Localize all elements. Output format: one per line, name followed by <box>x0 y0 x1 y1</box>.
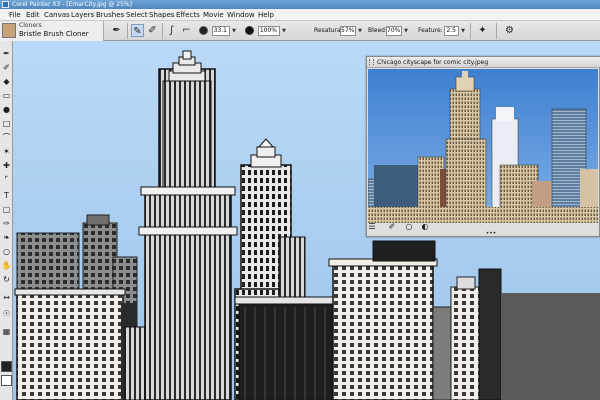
opacity-icon <box>245 26 254 35</box>
additional-color-swatch[interactable] <box>1 375 12 386</box>
pen-icon[interactable]: ✑ <box>1 219 12 229</box>
eraser-icon[interactable]: ▭ <box>1 91 12 101</box>
menu-effects[interactable]: Effects <box>176 9 200 21</box>
menu-select[interactable]: Select <box>126 9 148 21</box>
mirror-icon[interactable]: ↔ <box>1 293 12 303</box>
grain-icon[interactable]: ✦ <box>476 24 489 37</box>
size-dropdown-arrow[interactable]: ▼ <box>231 26 237 36</box>
clone-source-title: Chicago cityscape for comic city.jpeg <box>377 59 489 66</box>
extra-settings-icon[interactable]: ⚙ <box>503 24 516 37</box>
menu-brushes[interactable]: Brushes <box>96 9 124 21</box>
menu-bar: File Edit Canvas Layers Brushes Select S… <box>0 9 600 21</box>
separator <box>127 23 128 39</box>
size-icon <box>199 26 208 35</box>
painter-app: Corel Painter X3 - [EmarCity.jpg @ 25%] … <box>0 0 600 400</box>
bleed-label: Bleed: <box>368 27 387 34</box>
brush-selector[interactable]: Cloners Bristle Brush Cloner <box>0 21 104 41</box>
shape-icon[interactable]: ▢ <box>1 205 12 215</box>
main-color-swatch[interactable] <box>1 361 12 372</box>
tracing-icon[interactable]: ✐ <box>146 24 159 37</box>
title-bar: Corel Painter X3 - [EmarCity.jpg @ 25%] <box>0 0 600 9</box>
menu-movie[interactable]: Movie <box>203 9 224 21</box>
panel-grip-icon[interactable] <box>369 59 374 65</box>
panel-header[interactable]: Chicago cityscape for comic city.jpeg <box>367 57 600 68</box>
hand-icon[interactable]: ◐ <box>420 222 430 232</box>
magic-wand-icon[interactable]: ✶ <box>1 147 12 157</box>
text-icon[interactable]: T <box>1 191 12 201</box>
resize-grip-icon[interactable]: ••• <box>484 229 498 239</box>
stroke-type-icon[interactable]: ∫ <box>165 24 178 37</box>
resaturation-dropdown-arrow[interactable]: ▼ <box>357 26 363 36</box>
rotate-icon[interactable]: ↻ <box>1 275 12 285</box>
menu-layers[interactable]: Layers <box>71 9 94 21</box>
brush-icon[interactable]: ✒ <box>1 49 12 59</box>
feature-dropdown-arrow[interactable]: ▼ <box>460 26 466 36</box>
separator <box>162 23 163 39</box>
feature-label: Feature: <box>418 27 443 34</box>
menu-canvas[interactable]: Canvas <box>44 9 70 21</box>
feature-field[interactable]: 2.5 <box>444 26 459 36</box>
separator <box>470 23 471 39</box>
separator <box>496 23 497 39</box>
clone-source-panel[interactable]: Chicago cityscape for comic city.jpeg <box>366 56 600 237</box>
brush-variant-label: Bristle Brush Cloner <box>19 30 89 38</box>
eyedropper-icon[interactable]: ✐ <box>387 222 397 232</box>
lasso-icon[interactable]: ⌒ <box>1 133 12 143</box>
rectangle-select-icon[interactable]: □ <box>1 119 12 129</box>
layout-grid-icon[interactable]: ▦ <box>1 327 12 337</box>
brush-category-label: Cloners <box>19 22 42 29</box>
transform-icon[interactable]: ✚ <box>1 161 12 171</box>
clone-source-icon[interactable]: ✎ <box>131 24 144 37</box>
cloner-brush-icon[interactable]: ✒ <box>110 24 123 37</box>
painter-logo-icon <box>2 1 9 8</box>
resaturation-field[interactable]: 57% <box>340 26 356 36</box>
zoom-icon[interactable]: ○ <box>404 222 414 232</box>
property-bar: Cloners Bristle Brush Cloner ✒ ✎ ✐ ∫ ⌐ 3… <box>0 21 600 41</box>
clone-source-menu-icon[interactable]: ☰ <box>367 222 377 232</box>
brush-thumbnail-icon <box>2 23 16 38</box>
window-title: Corel Painter X3 - [EmarCity.jpg @ 25%] <box>12 1 132 8</box>
dodge-icon[interactable]: ● <box>1 105 12 115</box>
menu-help[interactable]: Help <box>258 9 274 21</box>
menu-shapes[interactable]: Shapes <box>149 9 175 21</box>
menu-edit[interactable]: Edit <box>26 9 40 21</box>
toolbox: ✒ ✐ ◆ ▭ ● □ ⌒ ✶ ✚ ⌜ T ▢ ✑ ❧ ○ ✋ ↻ ↔ ☉ ▦ <box>0 41 13 400</box>
freehand-stroke-icon[interactable]: ⌐ <box>180 24 193 37</box>
paint-bucket-icon[interactable]: ◆ <box>1 77 12 87</box>
opacity-dropdown-arrow[interactable]: ▼ <box>281 26 287 36</box>
cloner-icon[interactable]: ❧ <box>1 233 12 243</box>
crop-icon[interactable]: ⌜ <box>1 175 12 185</box>
opacity-field[interactable]: 100% <box>258 26 280 36</box>
menu-file[interactable]: File <box>9 9 21 21</box>
eyedropper-icon[interactable]: ✐ <box>1 63 12 73</box>
menu-window[interactable]: Window <box>227 9 255 21</box>
clone-source-photo <box>368 69 598 223</box>
divine-proportion-icon[interactable]: ☉ <box>1 309 12 319</box>
grabber-icon[interactable]: ✋ <box>1 261 12 271</box>
bleed-dropdown-arrow[interactable]: ▼ <box>403 26 409 36</box>
size-field[interactable]: 33.1 <box>212 26 230 36</box>
magnifier-icon[interactable]: ○ <box>1 247 12 257</box>
bleed-field[interactable]: 70% <box>386 26 402 36</box>
